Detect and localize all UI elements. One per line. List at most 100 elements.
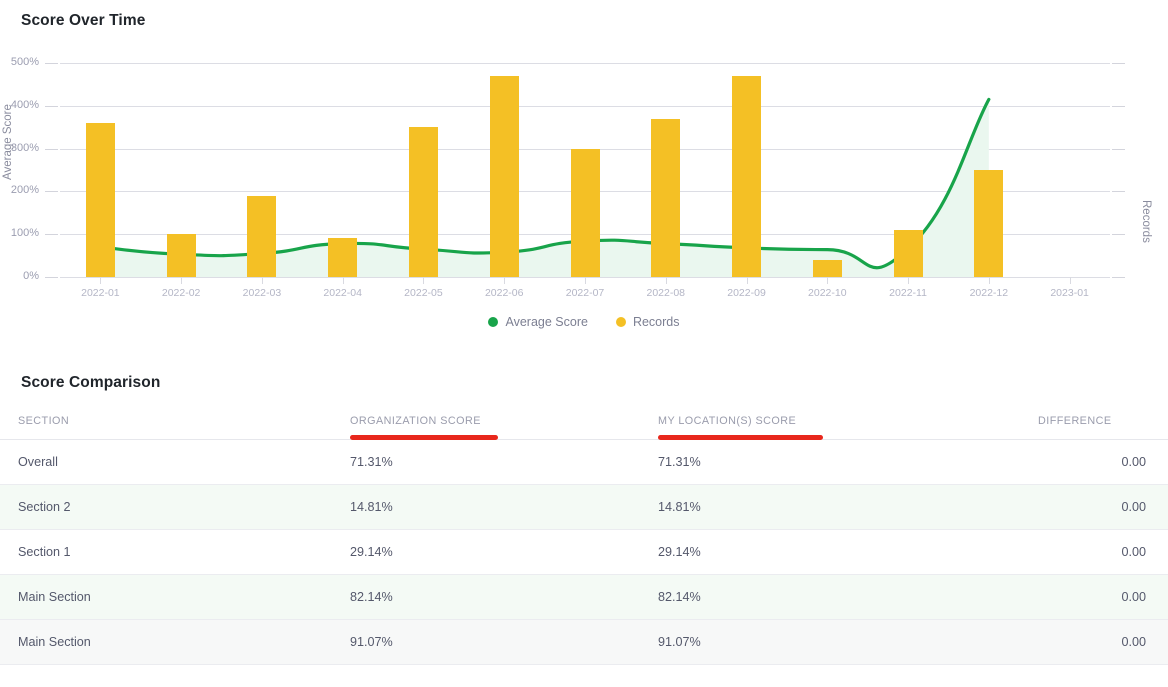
cell-my-locations-score: 71.31% [658,439,1038,485]
table-row[interactable]: Main Section 82.14% 82.14% 0.00 [0,574,1168,620]
legend-item-average-score[interactable]: Average Score [488,315,588,329]
x-axis-tick-mark [585,277,586,284]
x-axis-tick-label: 2022-01 [81,287,120,299]
x-axis-tick-mark [827,277,829,284]
y-axis-right-tick-mark [1112,63,1125,64]
cell-organization-score: 29.14% [350,529,658,575]
table-row[interactable]: Section 1 29.14% 29.14% 0.00 [0,529,1168,575]
cell-section: Section 1 [0,529,350,575]
y-axis-left-tick-mark [45,191,58,193]
y-axis-left-tick-label: 400% [10,98,39,111]
y-axis-left-tick-label: 300% [10,141,39,154]
x-axis-tick-label: 2022-12 [969,287,1009,299]
y-axis-left-tick-mark [45,277,58,278]
x-axis-tick-label: 2022-04 [323,287,362,299]
column-header-difference[interactable]: DIFFERENCE [1038,405,1168,440]
x-axis-tick-mark [746,277,748,284]
x-axis-tick-mark [665,277,667,284]
column-header-section[interactable]: SECTION [0,405,350,440]
chart-bar[interactable] [247,195,277,277]
legend-label-records: Records [632,315,680,329]
x-axis-tick-mark [261,277,263,284]
y-axis-right-tick-mark [1112,148,1125,150]
x-axis-tick-label: 2022-02 [161,287,201,299]
score-comparison-table: SECTION ORGANIZATION SCORE MY LOCATION(S… [0,405,1168,665]
legend-label-average-score: Average Score [505,315,588,329]
x-axis-tick-mark [100,277,102,284]
x-axis-tick-label: 2022-07 [565,287,605,299]
y-axis-right-tick-mark [1112,191,1125,193]
y-axis-left-tick-label: 500% [10,56,39,68]
x-axis-tick-label: 2022-08 [646,287,686,299]
chart-bar[interactable] [328,238,358,277]
column-header-my-locations-score[interactable]: MY LOCATION(S) SCORE [658,405,1038,440]
red-underline-annotation [350,435,498,440]
y-axis-left-tick-label: 200% [10,184,39,197]
chart-bar[interactable] [489,75,519,277]
cell-organization-score: 71.31% [350,439,658,485]
column-header-organization-score[interactable]: ORGANIZATION SCORE [350,405,658,440]
cell-my-locations-score: 82.14% [658,574,1038,620]
x-axis-tick-label: 2022-11 [889,287,927,299]
y-axis-left-tick-label: 0% [23,270,39,282]
red-underline-annotation [658,435,823,440]
score-over-time-chart: Average Score Records 0%0100%10200%20300… [0,40,1168,340]
circle-dot-icon [615,317,626,327]
x-axis-tick-label: 2022-05 [404,287,443,299]
table-row[interactable]: Main Section 91.07% 91.07% 0.00 [0,619,1168,665]
chart-bar[interactable] [974,170,1004,277]
y-axis-left-tick-mark [45,148,58,150]
table-body: Overall 71.31% 71.31% 0.00 Section 2 14.81% 14… [0,439,1168,665]
y-axis-left-tick-mark [45,63,58,64]
y-axis-left-tick-label: 100% [10,227,39,240]
y-axis-left-tick-mark [45,105,58,107]
table-header-row: SECTION ORGANIZATION SCORE MY LOCATION(S… [0,405,1168,440]
chart-legend: Average Score Records [0,315,1168,329]
x-axis-tick-label: 2022-03 [242,287,282,299]
chart-bar[interactable] [408,127,438,277]
chart-bar[interactable] [85,122,115,277]
cell-section: Main Section [0,574,350,620]
y-axis-right-tick-mark [1112,105,1125,107]
cell-difference: 0.00 [1038,529,1168,575]
x-axis-tick-label: 2022-10 [808,287,847,299]
x-axis-tick-mark [988,277,990,284]
circle-dot-icon [488,317,499,327]
cell-my-locations-score: 29.14% [658,529,1038,575]
chart-bar[interactable] [812,259,842,277]
x-axis-tick-mark [504,277,506,284]
chart-plot-area: 0%0100%10200%20300%30400%40500%50 2022-0… [11,56,1125,299]
table-row[interactable]: Overall 71.31% 71.31% 0.00 [0,439,1168,485]
x-axis-tick-mark [1069,277,1071,284]
chart-bar[interactable] [893,229,923,277]
x-axis-tick-label: 2023-01 [1050,287,1089,299]
cell-section: Main Section [0,619,350,665]
y-axis-right-tick-mark [1112,277,1125,278]
cell-organization-score: 14.81% [350,484,658,530]
table-panel-title: Score Comparison [21,374,161,391]
x-axis-tick-mark [423,277,425,284]
chart-bar[interactable] [166,234,196,277]
cell-my-locations-score: 91.07% [658,619,1038,665]
table-row[interactable]: Section 2 14.81% 14.81% 0.00 [0,484,1168,530]
x-axis-tick-mark [181,277,183,284]
cell-my-locations-score: 14.81% [658,484,1038,530]
x-axis-tick-mark [342,277,344,284]
legend-item-records[interactable]: Records [615,315,680,329]
column-header-organization-score-label: ORGANIZATION SCORE [350,415,481,427]
cell-difference: 0.00 [1038,619,1168,665]
cell-difference: 0.00 [1038,439,1168,485]
cell-section: Section 2 [0,484,350,530]
cell-organization-score: 82.14% [350,574,658,620]
chart-bar[interactable] [732,75,762,277]
x-axis-tick-label: 2022-09 [727,287,766,299]
y-axis-right-title: Records [1140,200,1152,243]
chart-bar[interactable] [570,148,600,277]
chart-bar[interactable] [651,118,681,277]
cell-organization-score: 91.07% [350,619,658,665]
x-axis-tick-label: 2022-06 [484,287,524,299]
column-header-my-locations-score-label: MY LOCATION(S) SCORE [658,415,797,427]
score-dashboard: Score Over Time Average Score Records 0%… [0,0,1168,687]
cell-difference: 0.00 [1038,574,1168,620]
score-comparison-table-panel: SECTION ORGANIZATION SCORE MY LOCATION(S… [0,405,1168,665]
